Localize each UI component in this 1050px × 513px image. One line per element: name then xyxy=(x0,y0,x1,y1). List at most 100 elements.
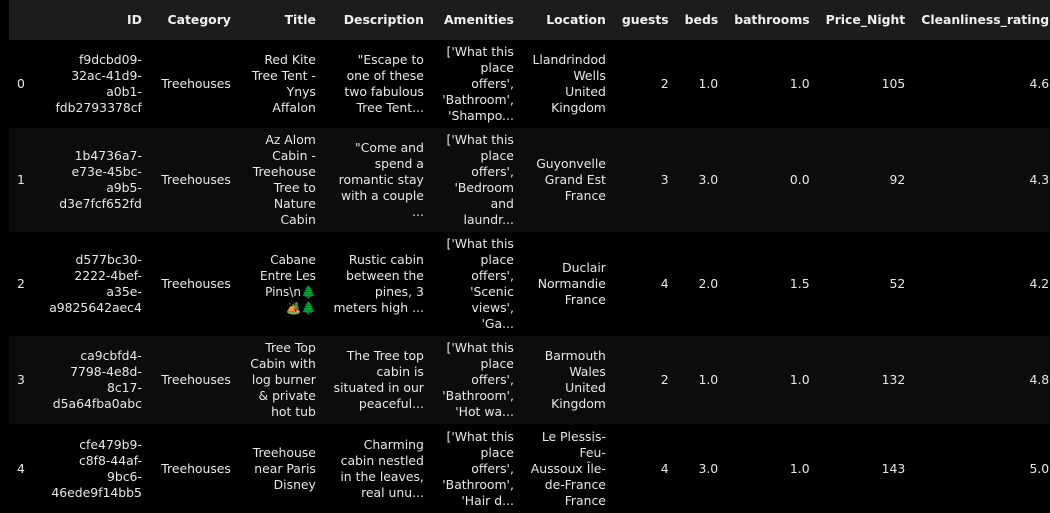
cell-cleanliness-rating: 4.6 xyxy=(1029,76,1050,91)
dataframe-viewport[interactable]: ID Category Title Description Amenities … xyxy=(0,0,1050,513)
cell-category-text: Treehouses xyxy=(161,172,231,187)
cell-cleanliness-rating: 4.8 xyxy=(1029,372,1050,387)
cell-id: d577bc30- 2222-4bef- a35e- a9825642aec4 xyxy=(33,232,150,336)
cell-title-text: Red Kite Tree Tent - Ynys Affalon xyxy=(251,52,316,115)
table-row: 4 cfe479b9- c8f8-44af- 9bc6- 46ede9f14bb… xyxy=(9,424,1050,513)
header-row: ID Category Title Description Amenities … xyxy=(9,0,1050,40)
cell-id-text: 1b4736a7- e73e-45bc- a9b5- d3e7fcf652fd xyxy=(59,148,142,211)
cell-location-text: Le Plessis- Feu- Aussoux Île- de-France … xyxy=(530,429,606,508)
column-header-bathrooms: bathrooms xyxy=(726,0,818,40)
cell-location-text: Guyonvelle Grand Est France xyxy=(536,156,606,203)
cell-category-text: Treehouses xyxy=(161,76,231,91)
cell-price-night: 143 xyxy=(881,461,906,476)
cell-amenities-text: ['What this place offers', 'Bathroom', '… xyxy=(442,429,514,508)
cell-beds: 1.0 xyxy=(698,372,719,387)
column-header-location: Location xyxy=(521,0,614,40)
cell-guests: 3 xyxy=(660,172,669,187)
cell-category-text: Treehouses xyxy=(161,276,231,291)
cell-location-text: Duclair Normandie France xyxy=(537,260,606,307)
cell-location-text: Llandrindod Wells United Kingdom xyxy=(532,52,606,115)
row-index: 4 xyxy=(17,461,25,476)
cell-description-text: "Escape to one of these two fabulous Tre… xyxy=(344,52,424,115)
column-header-cleanliness-rating: Cleanliness_rating xyxy=(913,0,1050,40)
cell-location: Barmouth Wales United Kingdom xyxy=(522,336,614,424)
cell-category: Treehouses xyxy=(150,40,239,128)
cell-bathrooms: 1.5 xyxy=(789,276,810,291)
row-index: 0 xyxy=(17,76,25,91)
cell-id: 1b4736a7- e73e-45bc- a9b5- d3e7fcf652fd xyxy=(33,128,150,232)
column-header-beds: beds xyxy=(676,0,727,40)
cell-bathrooms: 1.0 xyxy=(789,76,810,91)
cell-category-text: Treehouses xyxy=(161,372,231,387)
cell-amenities: ['What this place offers', 'Bathroom', '… xyxy=(432,424,522,513)
cell-description-text: Rustic cabin between the pines, 3 meters… xyxy=(333,252,424,315)
cell-category: Treehouses xyxy=(150,336,239,424)
cell-category-text: Treehouses xyxy=(161,461,231,476)
cell-price-night: 92 xyxy=(889,172,906,187)
cell-description: Charming cabin nestled in the leaves, re… xyxy=(324,424,432,513)
cell-title-text: Az Alom Cabin - Treehouse Tree to Nature… xyxy=(252,132,316,227)
cell-title-text: Treehouse near Paris Disney xyxy=(252,445,316,492)
cell-price-night: 132 xyxy=(881,372,906,387)
column-header-id: ID xyxy=(32,0,150,40)
cell-amenities-text: ['What this place offers', 'Scenic views… xyxy=(446,236,514,331)
cell-location: Le Plessis- Feu- Aussoux Île- de-France … xyxy=(522,424,614,513)
column-header-index xyxy=(9,0,33,40)
cell-location: Llandrindod Wells United Kingdom xyxy=(522,40,614,128)
cell-price-night: 105 xyxy=(881,76,906,91)
cell-title: Az Alom Cabin - Treehouse Tree to Nature… xyxy=(239,128,324,232)
cell-bathrooms: 1.0 xyxy=(789,461,810,476)
cell-category: Treehouses xyxy=(150,424,239,513)
table-row: 0 f9dcbd09- 32ac-41d9- a0b1- fdb2793378c… xyxy=(9,40,1050,128)
cell-cleanliness-rating: 5.0 xyxy=(1029,461,1050,476)
cell-amenities-text: ['What this place offers', 'Bathroom', '… xyxy=(442,44,514,123)
cell-amenities: ['What this place offers', 'Bathroom', '… xyxy=(432,336,522,424)
table-row: 1 1b4736a7- e73e-45bc- a9b5- d3e7fcf652f… xyxy=(9,128,1050,232)
cell-cleanliness-rating: 4.3 xyxy=(1029,172,1050,187)
column-header-amenities: Amenities xyxy=(431,0,522,40)
cell-beds: 3.0 xyxy=(698,461,719,476)
cell-title: Treehouse near Paris Disney xyxy=(239,424,324,513)
column-header-price-night: Price_Night xyxy=(817,0,914,40)
cell-guests: 4 xyxy=(660,276,669,291)
cell-bathrooms: 1.0 xyxy=(789,372,810,387)
cell-amenities-text: ['What this place offers', 'Bedroom and … xyxy=(446,132,514,227)
cell-category: Treehouses xyxy=(150,128,239,232)
cell-guests: 2 xyxy=(660,372,669,387)
cell-amenities: ['What this place offers', 'Scenic views… xyxy=(432,232,522,336)
column-header-title: Title xyxy=(238,0,324,40)
column-header-description: Description xyxy=(323,0,432,40)
row-index: 2 xyxy=(17,276,25,291)
cell-amenities: ['What this place offers', 'Bathroom', '… xyxy=(432,40,522,128)
cell-title: Tree Top Cabin with log burner & private… xyxy=(239,336,324,424)
cell-beds: 3.0 xyxy=(698,172,719,187)
cell-description: "Escape to one of these two fabulous Tre… xyxy=(324,40,432,128)
cell-description-text: The Tree top cabin is situated in our pe… xyxy=(333,348,424,411)
cell-description: "Come and spend a romantic stay with a c… xyxy=(324,128,432,232)
cell-guests: 2 xyxy=(660,76,669,91)
cell-title-text: Tree Top Cabin with log burner & private… xyxy=(250,340,316,419)
cell-id: ca9cbfd4- 7798-4e8d- 8c17- d5a64fba0abc xyxy=(33,336,150,424)
cell-location: Guyonvelle Grand Est France xyxy=(522,128,614,232)
cell-title: Cabane Entre Les Pins\n🌲 🏕️🌲 xyxy=(239,232,324,336)
cell-id: cfe479b9- c8f8-44af- 9bc6- 46ede9f14bb5 xyxy=(33,424,150,513)
cell-bathrooms: 0.0 xyxy=(789,172,810,187)
cell-description-text: "Come and spend a romantic stay with a c… xyxy=(338,140,424,219)
cell-beds: 1.0 xyxy=(698,76,719,91)
cell-beds: 2.0 xyxy=(698,276,719,291)
cell-location-text: Barmouth Wales United Kingdom xyxy=(544,348,606,411)
dataframe-table: ID Category Title Description Amenities … xyxy=(9,0,1050,513)
cell-description-text: Charming cabin nestled in the leaves, re… xyxy=(340,437,424,500)
cell-description: Rustic cabin between the pines, 3 meters… xyxy=(324,232,432,336)
cell-id-text: f9dcbd09- 32ac-41d9- a0b1- fdb2793378cf xyxy=(55,52,142,115)
cell-id-text: d577bc30- 2222-4bef- a35e- a9825642aec4 xyxy=(49,252,142,315)
row-index: 3 xyxy=(17,372,25,387)
table-header: ID Category Title Description Amenities … xyxy=(9,0,1050,40)
cell-title-text: Cabane Entre Les Pins\n🌲 🏕️🌲 xyxy=(260,253,316,315)
cell-price-night: 52 xyxy=(889,276,906,291)
row-index: 1 xyxy=(17,172,25,187)
cell-id: f9dcbd09- 32ac-41d9- a0b1- fdb2793378cf xyxy=(33,40,150,128)
cell-description: The Tree top cabin is situated in our pe… xyxy=(324,336,432,424)
cell-cleanliness-rating: 4.2 xyxy=(1029,276,1050,291)
table-body: 0 f9dcbd09- 32ac-41d9- a0b1- fdb2793378c… xyxy=(9,40,1050,513)
